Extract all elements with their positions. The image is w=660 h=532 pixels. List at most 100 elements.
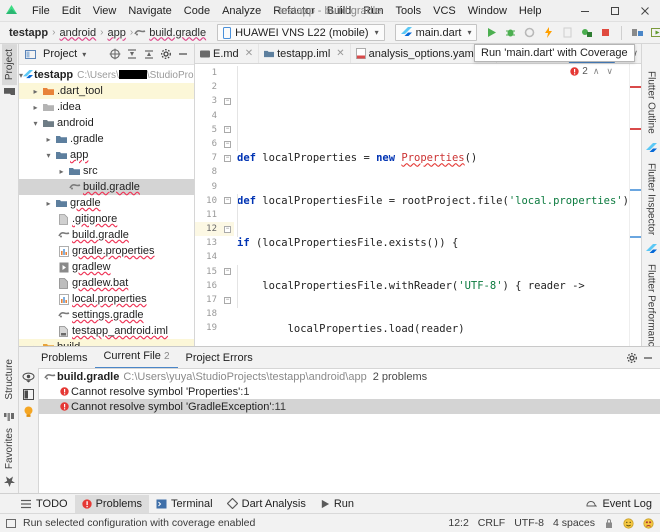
tree-row-testapp-android-iml[interactable]: testapp_android.iml	[19, 323, 194, 339]
chevron-right-icon[interactable]: ▸	[43, 199, 54, 208]
lock-icon[interactable]	[604, 518, 614, 529]
open-devtools-button[interactable]	[578, 24, 595, 41]
indent-setting[interactable]: 4 spaces	[553, 517, 595, 529]
tree-row-src[interactable]: ▸ src	[19, 163, 194, 179]
debug-button[interactable]	[502, 24, 519, 41]
chevron-right-icon[interactable]: ▸	[56, 167, 67, 176]
menu-refactor[interactable]: Refactor	[267, 3, 321, 19]
tree-row-android[interactable]: ▾ android	[19, 115, 194, 131]
problems-tab-current-file[interactable]: Current File 2	[95, 346, 178, 369]
lightbulb-icon[interactable]	[23, 406, 34, 418]
close-icon[interactable]: ✕	[336, 48, 344, 59]
hot-reload-button[interactable]	[540, 24, 557, 41]
change-marker[interactable]	[630, 189, 641, 191]
tree-row-build-gradle[interactable]: build.gradle	[19, 227, 194, 243]
chevron-down-icon[interactable]: ▾	[43, 151, 54, 160]
error-navigation-badge[interactable]: 2 ∧ ∨	[568, 66, 617, 77]
menu-edit[interactable]: Edit	[56, 3, 87, 19]
file-encoding[interactable]: UTF-8	[514, 517, 544, 529]
locate-icon[interactable]	[107, 46, 123, 62]
tree-row-gradlew[interactable]: gradlew	[19, 259, 194, 275]
sidebar-item-flutter-outline[interactable]: Flutter Outline	[644, 66, 659, 139]
menu-code[interactable]: Code	[178, 3, 216, 19]
code-area[interactable]: 1 2 3 4 5 6 7 8 9 10 11 12 13 14 15 16 1…	[195, 64, 641, 346]
project-tree[interactable]: ▾ testapp C:\Users\ \StudioPro ▸ .dart_t…	[19, 65, 194, 346]
close-icon[interactable]: ✕	[245, 48, 253, 59]
editor-tab-testapp-iml[interactable]: testapp.iml ✕	[259, 44, 351, 63]
breadcrumb-build-gradle[interactable]: build.gradle	[146, 27, 209, 39]
expand-all-icon[interactable]	[124, 46, 140, 62]
fold-marker-open[interactable]: −	[221, 265, 234, 279]
sidebar-item-structure[interactable]: Structure	[2, 354, 17, 405]
tree-row-gradle-wrapper[interactable]: ▸ gradle	[19, 195, 194, 211]
menu-tools[interactable]: Tools	[389, 3, 427, 19]
problem-row-properties[interactable]: Cannot resolve symbol 'Properties' :1	[39, 384, 660, 399]
inspection-sad-icon[interactable]	[643, 517, 654, 529]
tree-row-gitignore[interactable]: .gitignore	[19, 211, 194, 227]
run-with-coverage-button[interactable]	[521, 24, 538, 41]
fold-marker-close[interactable]: −	[221, 222, 234, 237]
toolwindow-todo[interactable]: TODO	[14, 495, 75, 513]
previous-error-icon[interactable]: ∧	[591, 66, 602, 77]
chevron-right-icon[interactable]: ▸	[30, 103, 41, 112]
change-marker[interactable]	[630, 236, 641, 238]
collapse-all-icon[interactable]	[141, 46, 157, 62]
breadcrumb-testapp[interactable]: testapp	[6, 27, 51, 39]
fold-marker-open[interactable]: −	[221, 123, 234, 137]
close-button[interactable]	[630, 0, 660, 22]
tree-row-app-build-gradle[interactable]: build.gradle	[19, 179, 194, 195]
toolwindow-terminal[interactable]: Terminal	[149, 495, 220, 513]
sidebar-item-flutter-performance[interactable]: Flutter Performance	[644, 259, 659, 357]
toolwindow-dart-analysis[interactable]: Dart Analysis	[220, 495, 313, 513]
problems-list[interactable]: build.gradle C:\Users\yuya\StudioProject…	[38, 368, 660, 493]
open-class-button[interactable]	[629, 24, 646, 41]
next-error-icon[interactable]: ∨	[604, 66, 615, 77]
breadcrumb-android[interactable]: android	[56, 27, 99, 39]
editor-marker-scrollbar[interactable]	[629, 64, 641, 346]
error-marker[interactable]	[630, 128, 641, 130]
toolwindow-run[interactable]: Run	[313, 495, 361, 513]
code-text[interactable]: def localProperties = new Properties() d…	[234, 64, 629, 346]
editor-tab-emd[interactable]: E.md ✕	[195, 44, 260, 63]
problem-row-gradleexception[interactable]: Cannot resolve symbol 'GradleException' …	[39, 399, 660, 414]
chevron-down-icon[interactable]: ▾	[30, 119, 41, 128]
code-folding-gutter[interactable]: − − − − − − − −	[221, 64, 234, 346]
toolwindow-problems[interactable]: Problems	[74, 494, 150, 513]
menu-navigate[interactable]: Navigate	[122, 3, 177, 19]
breadcrumb-app[interactable]: app	[105, 27, 129, 39]
stop-button[interactable]	[597, 24, 614, 41]
menu-view[interactable]: View	[87, 3, 123, 19]
inspection-eye-icon[interactable]	[22, 372, 35, 383]
hide-panel-icon[interactable]	[642, 352, 654, 364]
caret-position[interactable]: 12:2	[448, 517, 468, 529]
chevron-right-icon[interactable]: ▸	[30, 87, 41, 96]
menu-help[interactable]: Help	[513, 3, 548, 19]
tree-row-app[interactable]: ▾ app	[19, 147, 194, 163]
tree-row-gradle-properties[interactable]: gradle.properties	[19, 243, 194, 259]
error-marker[interactable]	[630, 86, 641, 88]
menu-window[interactable]: Window	[462, 3, 513, 19]
settings-gear-icon[interactable]	[158, 46, 174, 62]
menu-vcs[interactable]: VCS	[427, 3, 462, 19]
chevron-right-icon[interactable]: ▸	[43, 135, 54, 144]
project-panel-title[interactable]: Project	[41, 48, 79, 60]
fold-marker-close[interactable]: −	[221, 151, 234, 165]
tree-row-idea[interactable]: ▸ .idea	[19, 99, 194, 115]
menu-build[interactable]: Build	[321, 3, 357, 19]
hot-restart-button[interactable]	[559, 24, 576, 41]
minimize-button[interactable]	[570, 0, 600, 22]
menu-analyze[interactable]: Analyze	[216, 3, 267, 19]
sidebar-item-flutter-inspector[interactable]: Flutter Inspector	[644, 158, 659, 240]
tree-row-gradle-dir[interactable]: ▸ .gradle	[19, 131, 194, 147]
fold-marker-close[interactable]: −	[221, 293, 234, 307]
sidebar-item-favorites[interactable]: Favorites	[2, 423, 17, 474]
menu-run[interactable]: Run	[357, 3, 389, 19]
window-controls[interactable]	[570, 0, 660, 22]
problems-tab-project-errors[interactable]: Project Errors	[178, 348, 261, 368]
hide-panel-icon[interactable]	[175, 46, 191, 62]
run-button[interactable]	[483, 24, 500, 41]
menu-bar[interactable]: File Edit View Navigate Code Analyze Ref…	[26, 3, 548, 19]
tree-row-local-properties[interactable]: local.properties	[19, 291, 194, 307]
sidebar-item-project[interactable]: Project	[1, 44, 17, 86]
toggle-preview-icon[interactable]	[23, 389, 34, 400]
